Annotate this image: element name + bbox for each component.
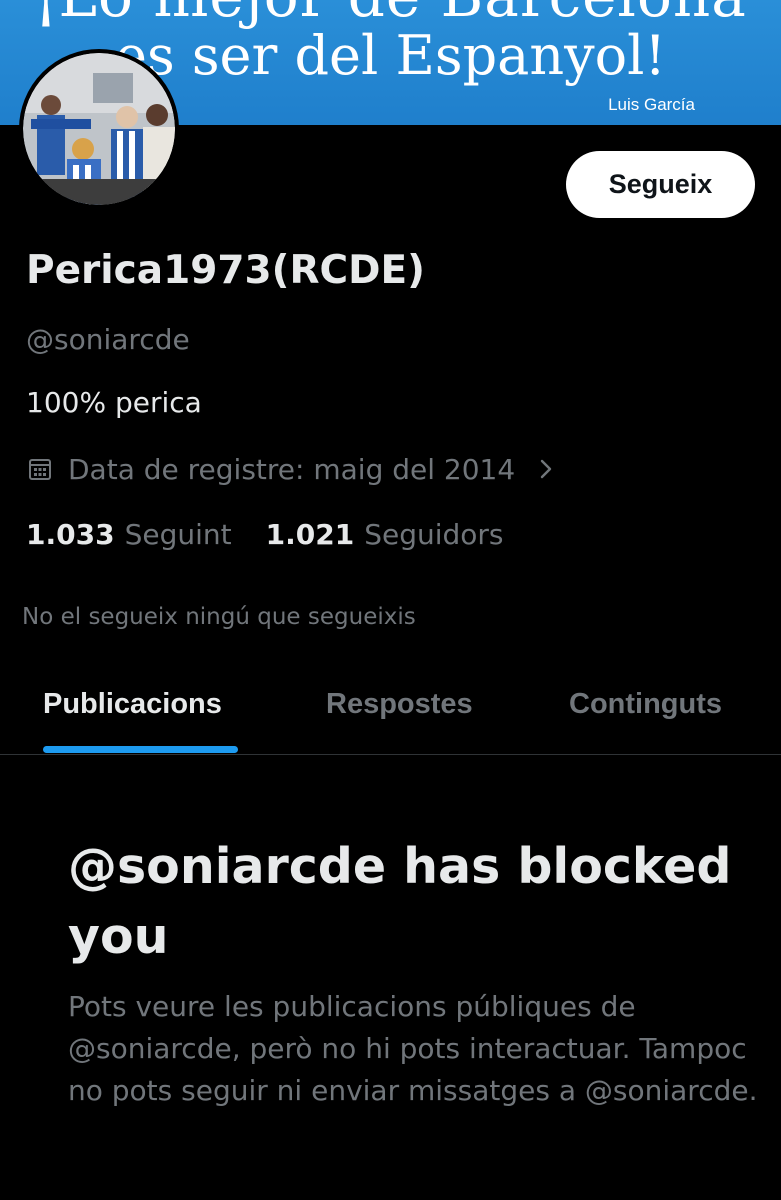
tab-respostes[interactable]: Respostes [326,688,473,721]
followers-stat[interactable]: 1.021 Seguidors [266,518,504,551]
active-tab-indicator [43,746,238,753]
join-date-text: Data de registre: maig del 2014 [68,452,516,486]
banner-text-line2: es ser del Espanyol! [115,24,667,87]
follow-stats: 1.033 Seguint 1.021 Seguidors [26,518,504,551]
join-date-row[interactable]: Data de registre: maig del 2014 [28,451,553,487]
followers-count: 1.021 [265,518,355,551]
chevron-right-icon [540,459,552,479]
followers-label: Seguidors [364,518,504,551]
blocked-title: @soniarcde has blocked you [68,838,732,965]
blocked-description: Pots veure les publicacions públiques de… [68,990,758,1107]
tab-publicacions[interactable]: Publicacions [43,688,222,721]
profile-handle: @soniarcde [26,323,190,356]
tab-continguts[interactable]: Continguts [569,688,722,721]
profile-bio: 100% perica [26,386,202,419]
profile-tabs: Publicacions Respostes Continguts [0,668,781,755]
following-count: 1.033 [26,518,115,551]
avatar-photo [23,53,175,205]
follow-button[interactable]: Segueix [566,151,755,218]
followed-by-note: No el segueix ningú que segueixis [22,604,416,630]
avatar[interactable] [19,49,179,209]
banner-author: Luis García [608,95,695,114]
following-label: Seguint [124,518,232,551]
display-name: Perica1973(RCDE) [26,248,425,293]
calendar-icon [29,459,51,480]
following-stat[interactable]: 1.033 Seguint [26,518,232,551]
